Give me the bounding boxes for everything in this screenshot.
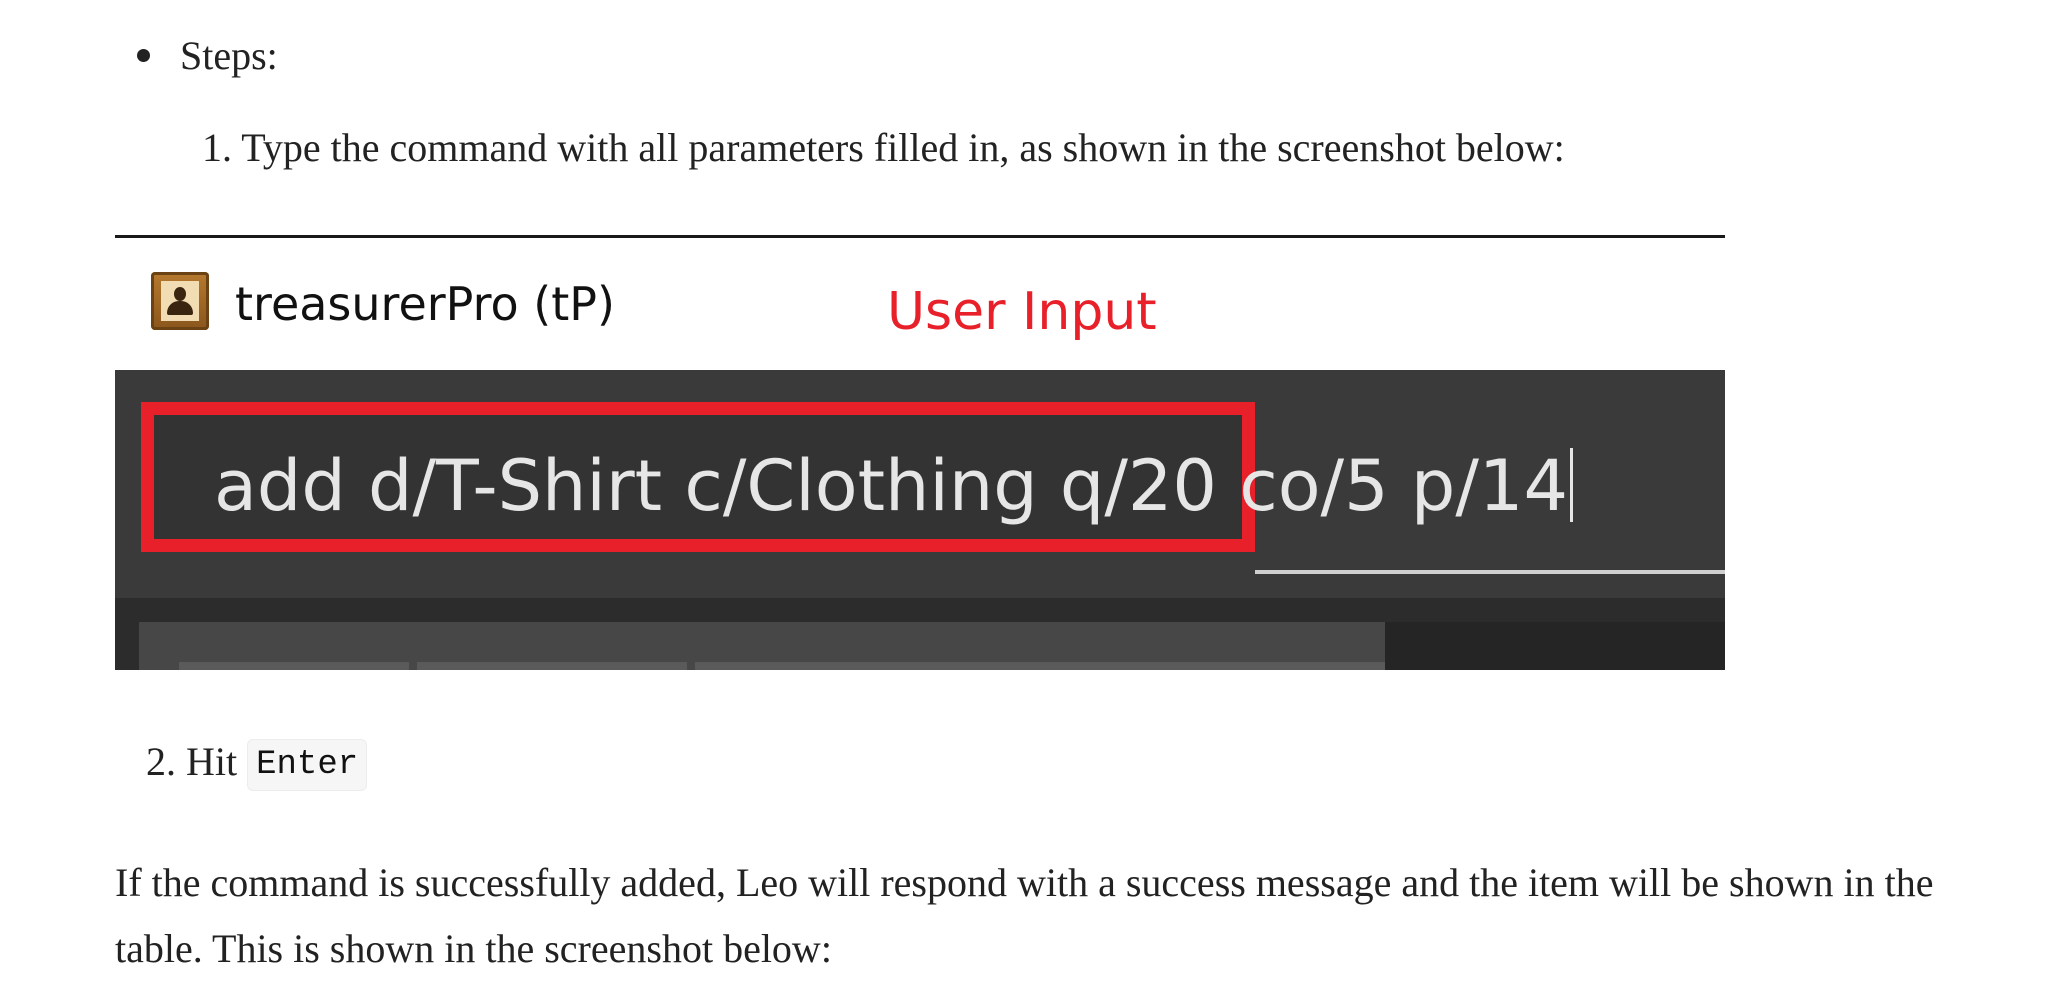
step-two: 2. Hit Enter [146,734,368,791]
steps-heading: Steps: [180,33,278,78]
dark-panel [1385,622,1725,670]
step-one-number: 1. [202,125,232,170]
step-two-text: Hit [186,739,238,784]
embedded-screenshot: treasurerPro (tP) User Input add d/T-Shi… [115,238,1725,670]
table-header-cell [695,662,1385,670]
result-paragraph: If the command is successfully added, Le… [115,860,1934,971]
table-header-cell [179,662,409,670]
command-input[interactable]: add d/T-Shirt c/Clothing q/20 co/5 p/14 [214,445,1573,527]
app-title: treasurerPro (tP) [235,277,615,331]
command-area: add d/T-Shirt c/Clothing q/20 co/5 p/14 [115,370,1725,598]
command-input-highlight: add d/T-Shirt c/Clothing q/20 co/5 p/14 [141,402,1573,552]
text-caret [1570,448,1573,522]
command-input-text: add d/T-Shirt c/Clothing q/20 co/5 p/14 [214,445,1568,527]
result-panel-area [115,598,1725,670]
user-input-annotation: User Input [887,282,1157,342]
input-underline [1255,570,1725,574]
app-titlebar: treasurerPro (tP) User Input [115,238,1725,370]
enter-key-code: Enter [247,739,368,791]
table-header-cell [417,662,687,670]
bullet-marker [137,49,150,62]
step-one: 1. Type the command with all parameters … [202,120,1565,176]
step-two-number: 2. [146,739,176,784]
contact-card-icon [151,272,209,330]
step-one-text: Type the command with all parameters fil… [241,125,1565,170]
